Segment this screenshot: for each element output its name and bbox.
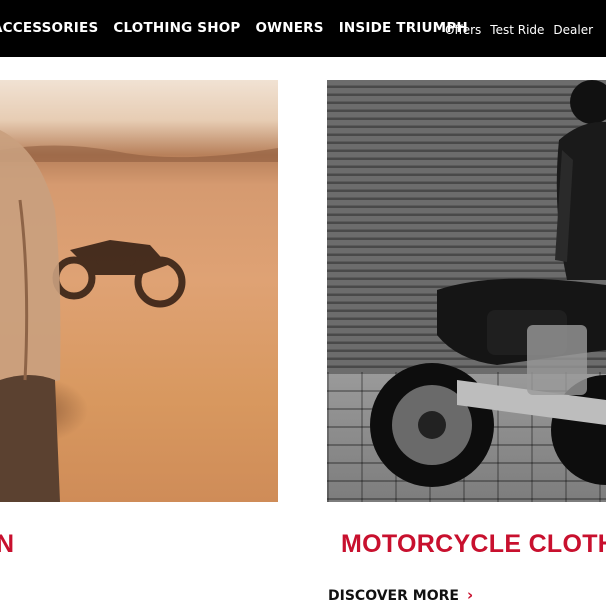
chevron-right-icon: › xyxy=(466,586,474,604)
nav-link-test-ride[interactable]: Test Ride xyxy=(490,23,544,37)
rider-desert-illustration xyxy=(0,130,278,502)
discover-more-label: DISCOVER MORE xyxy=(328,588,459,604)
nav-item-owners[interactable]: OWNERS xyxy=(255,20,323,36)
discover-more-link[interactable]: DISCOVER MORE › xyxy=(328,586,473,604)
card-title-lifestyle[interactable]: N xyxy=(0,530,14,559)
utility-menu: Offers Test Ride Dealer xyxy=(445,19,602,38)
nav-item-clothing-shop[interactable]: CLOTHING SHOP xyxy=(113,20,240,36)
lifestyle-clothing-image[interactable] xyxy=(0,80,278,502)
nav-link-offers[interactable]: Offers xyxy=(445,23,481,37)
main-menu: ACCESSORIES CLOTHING SHOP OWNERS INSIDE TRI… xyxy=(0,17,483,36)
rider-motorcycle-illustration xyxy=(370,80,606,487)
motorcycle-clothing-image[interactable] xyxy=(327,80,606,502)
nav-item-accessories[interactable]: ACCESSORIES xyxy=(0,20,98,36)
nav-link-dealer[interactable]: Dealer xyxy=(553,23,593,37)
card-title-motorcycle-clothing[interactable]: MOTORCYCLE CLOTH xyxy=(341,530,606,559)
top-navigation-bar: ACCESSORIES CLOTHING SHOP OWNERS INSIDE TRI… xyxy=(0,0,606,57)
